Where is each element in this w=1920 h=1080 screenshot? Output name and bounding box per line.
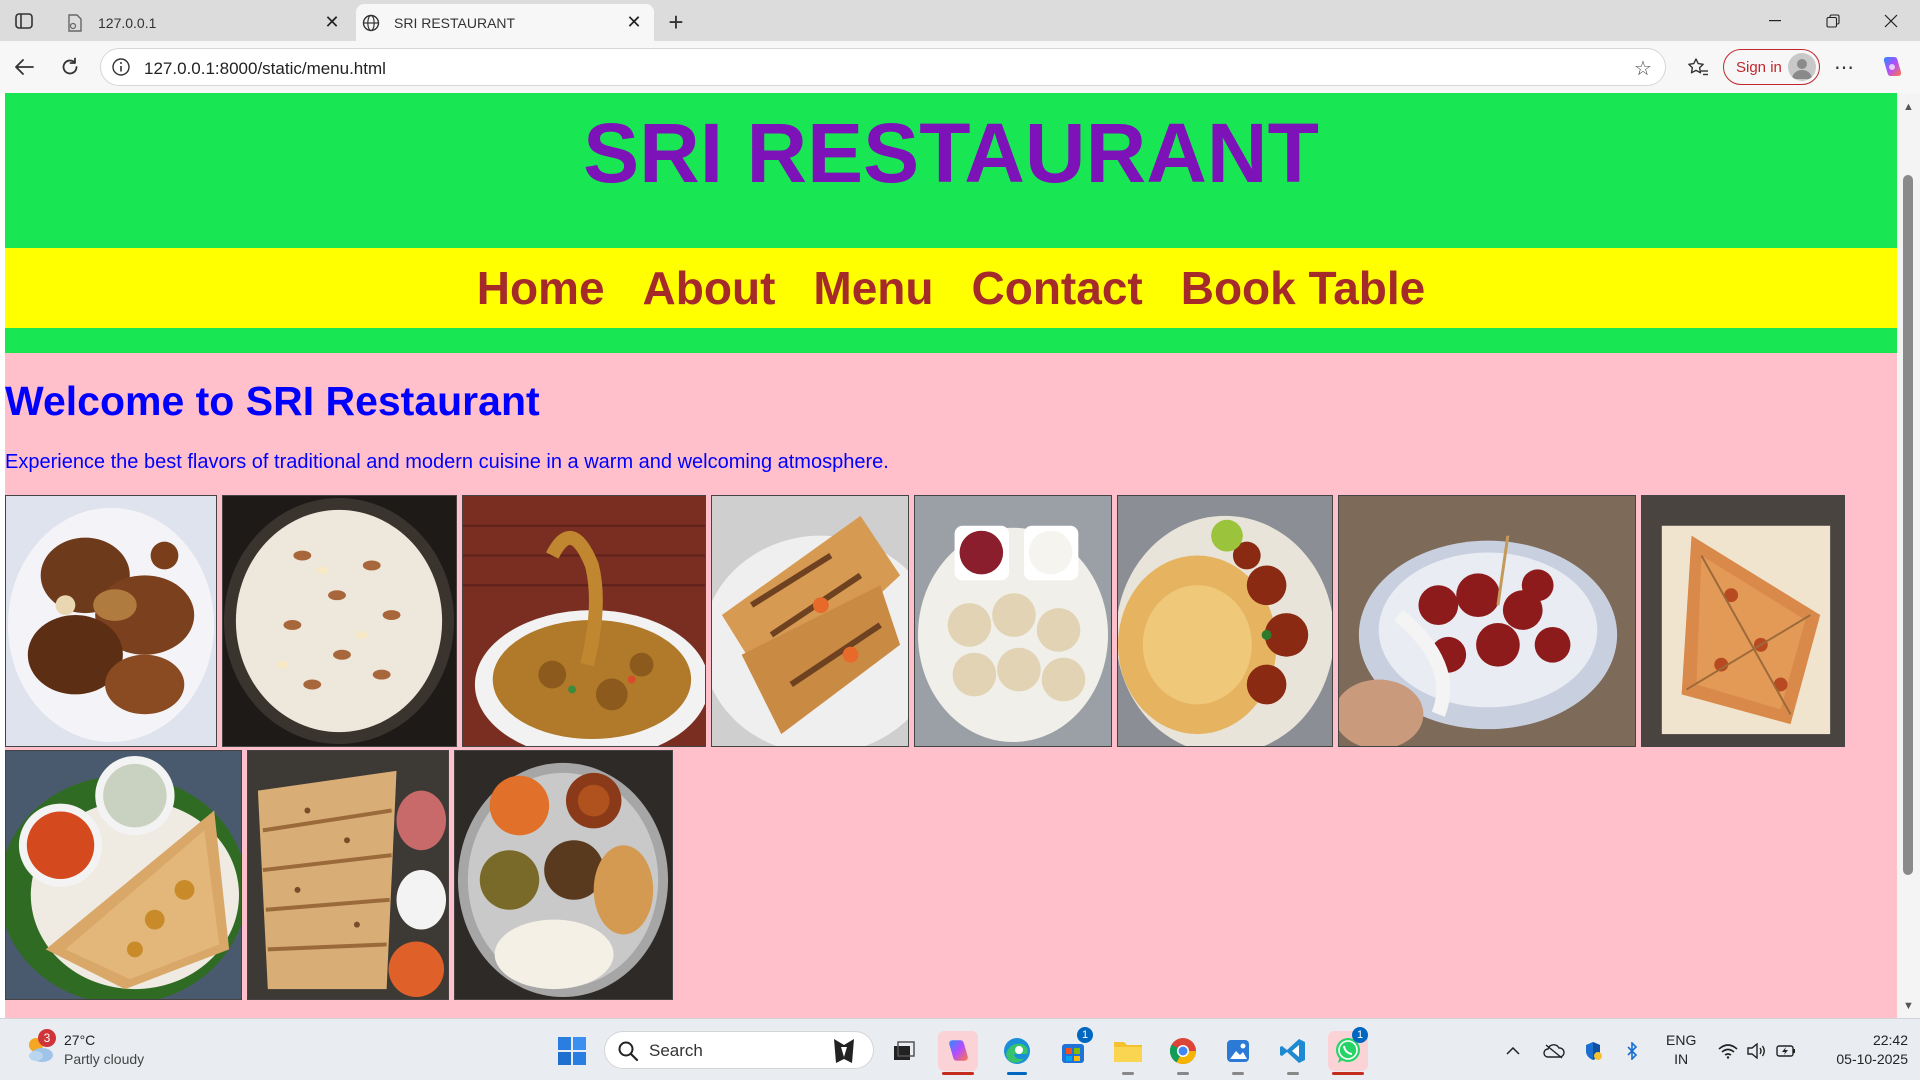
thali-photo [454,750,673,1000]
more-options-icon[interactable]: ⋯ [1828,51,1860,83]
task-view-icon[interactable] [884,1031,924,1071]
avatar-icon [1788,53,1816,81]
copilot-app-icon[interactable] [938,1031,978,1075]
gobi-manchurian-photo [1338,495,1636,747]
intro-text: Experience the best flavors of tradition… [5,451,889,473]
show-hidden-icons-chevron-icon[interactable] [1501,1039,1525,1063]
weather-condition: Partly cloudy [64,1051,145,1067]
file-explorer-icon[interactable] [1108,1031,1148,1075]
favorite-star-icon[interactable]: ☆ [1631,56,1655,80]
active-indicator [1332,1072,1364,1075]
sign-in-label: Sign in [1736,58,1782,76]
tab-localhost[interactable]: 127.0.0.1 ✕ [60,4,352,41]
tab-title: 127.0.0.1 [98,14,157,31]
microsoft-store-icon[interactable]: 1 [1053,1027,1093,1071]
nav-menu-link[interactable]: Menu [813,261,933,315]
browser-toolbar: 127.0.0.1:8000/static/menu.html ☆ Sign i… [0,41,1920,93]
site-header: SRI RESTAURANT Home About Menu Contact B… [5,93,1897,353]
momos-photo [914,495,1112,747]
nav-home-link[interactable]: Home [477,261,605,315]
close-window-icon[interactable] [1868,6,1914,36]
running-indicator [1122,1072,1134,1075]
tab-sri-restaurant[interactable]: SRI RESTAURANT ✕ [356,4,654,41]
defender-shield-icon[interactable] [1581,1039,1605,1063]
semiya-payasam-photo [222,495,457,747]
grilled-sandwich-photo [711,495,909,747]
photos-app-icon[interactable] [1218,1031,1258,1075]
search-placeholder: Search [649,1041,703,1060]
scrollbar-thumb[interactable] [1903,175,1913,875]
chrome-icon[interactable] [1163,1031,1203,1075]
nav-about-link[interactable]: About [643,261,776,315]
tab-actions-icon[interactable] [10,9,38,33]
page-viewport: SRI RESTAURANT Home About Menu Contact B… [0,93,1920,1018]
scroll-down-icon[interactable]: ▼ [1903,1000,1914,1012]
whatsapp-notification-badge: 1 [1352,1027,1368,1043]
restaurant-page: SRI RESTAURANT Home About Menu Contact B… [5,93,1897,1018]
close-tab-icon[interactable]: ✕ [320,11,344,35]
browser-tab-bar: 127.0.0.1 ✕ SRI RESTAURANT ✕ + [0,0,1920,41]
noodles-photo [462,495,706,747]
copilot-icon[interactable] [1876,51,1908,83]
welcome-heading: Welcome to SRI Restaurant [5,378,540,424]
globe-icon [362,14,380,32]
clock-time: 22:42 [1872,1032,1908,1048]
whatsapp-icon[interactable]: 1 [1328,1027,1368,1075]
tab-title: SRI RESTAURANT [394,14,516,31]
clock-date: 05-10-2025 [1836,1051,1908,1067]
site-info-icon[interactable] [111,57,131,77]
minimize-icon[interactable] [1752,6,1798,36]
back-icon[interactable] [8,51,40,83]
store-notification-badge: 1 [1077,1027,1093,1043]
active-indicator [942,1072,974,1075]
search-icon [617,1040,639,1062]
running-indicator [1177,1072,1189,1075]
vscode-icon[interactable] [1273,1031,1313,1075]
nav-contact-link[interactable]: Contact [972,261,1143,315]
restore-icon[interactable] [1810,6,1856,36]
battery-icon[interactable] [1774,1039,1798,1063]
search-highlight-icon [829,1037,859,1065]
weather-widget[interactable]: 3 27°C Partly cloudy [18,1029,178,1073]
bluetooth-icon[interactable] [1620,1039,1644,1063]
close-tab-icon[interactable]: ✕ [622,11,646,35]
parotta-chilli-chicken-photo [1117,495,1333,747]
refresh-icon[interactable] [54,51,86,83]
page-scrollbar[interactable]: ▲ ▼ [1897,93,1920,1018]
active-indicator [1007,1072,1027,1075]
weather-notification-badge: 3 [38,1029,56,1047]
system-clock[interactable]: 22:42 05-10-2025 [1812,1031,1908,1069]
sign-in-button[interactable]: Sign in [1723,49,1820,85]
nav-book-table-link[interactable]: Book Table [1181,261,1426,315]
temperature: 27°C [64,1032,96,1048]
wifi-icon[interactable] [1716,1039,1740,1063]
edge-browser-icon[interactable] [997,1031,1037,1075]
running-indicator [1287,1072,1299,1075]
new-tab-icon[interactable]: + [662,7,690,37]
onedrive-icon[interactable] [1542,1039,1566,1063]
site-title: SRI RESTAURANT [583,106,1319,200]
page-file-icon [66,13,84,32]
volume-icon[interactable] [1745,1039,1769,1063]
favorites-icon[interactable] [1682,51,1714,83]
language-code: ENG [1666,1032,1697,1048]
windows-start-icon[interactable] [552,1031,592,1071]
taskbar-search[interactable]: Search [604,1031,874,1069]
url-text: 127.0.0.1:8000/static/menu.html [144,59,386,78]
pizza-photo [1641,495,1845,747]
address-bar[interactable]: 127.0.0.1:8000/static/menu.html ☆ [100,48,1666,86]
scroll-up-icon[interactable]: ▲ [1903,101,1914,113]
fried-chicken-photo [5,495,217,747]
language-indicator[interactable]: ENG IN [1666,1031,1696,1069]
region-code: IN [1674,1051,1689,1067]
running-indicator [1232,1072,1244,1075]
windows-taskbar: 3 27°C Partly cloudy Search 1 1 ENG IN 2… [0,1018,1920,1080]
garlic-bread-photo [247,750,449,1000]
main-nav: Home About Menu Contact Book Table [5,248,1897,328]
masala-dosa-photo [5,750,242,1000]
